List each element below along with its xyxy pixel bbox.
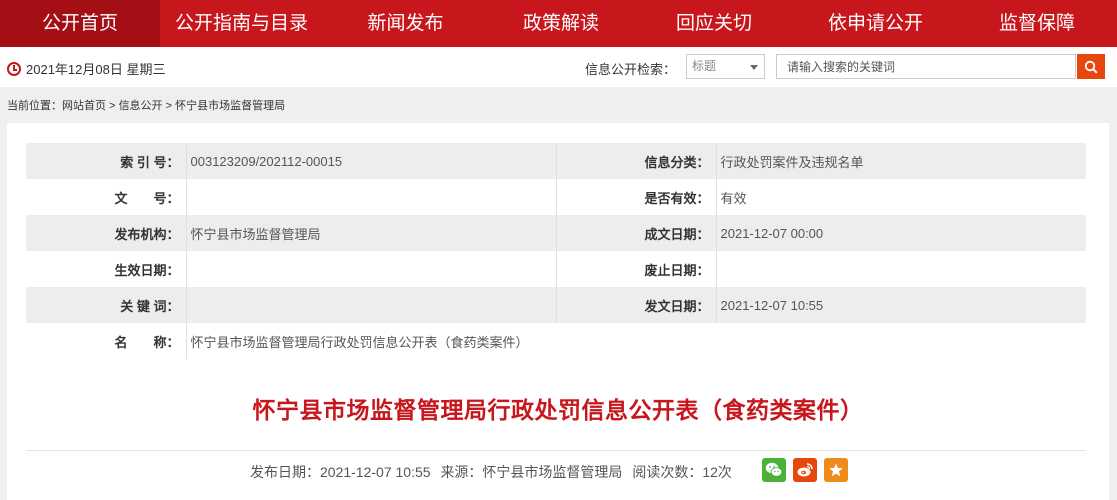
info-bar: 2021年12月08日 星期三 信息公开检索： 标题 [0, 47, 1117, 87]
meta-value-index: 003123209/202112-00015 [185, 143, 557, 179]
meta-value-docno [185, 179, 557, 215]
publish-date: 发布日期：2021-12-07 10:55 [250, 464, 431, 480]
breadcrumb: 当前位置：网站首页 > 信息公开 > 怀宁县市场监督管理局 [7, 97, 285, 113]
meta-label-category: 信息分类： [556, 143, 716, 179]
nav-item-response[interactable]: 回应关切 [634, 0, 794, 47]
meta-label-issued: 发文日期： [556, 287, 716, 323]
article-info: 发布日期：2021-12-07 10:55 来源：怀宁县市场监督管理局 阅读次数… [250, 462, 738, 482]
wechat-icon [765, 462, 783, 477]
meta-value-publisher: 怀宁县市场监督管理局 [185, 215, 557, 251]
view-count: 阅读次数：12次 [632, 464, 732, 480]
date-text: 2021年12月08日 星期三 [26, 62, 166, 77]
share-wechat-button[interactable] [762, 458, 786, 482]
search-icon [1084, 60, 1098, 74]
meta-label-publisher: 发布机构： [26, 215, 186, 251]
star-icon [829, 463, 843, 477]
meta-value-expired [715, 251, 1086, 287]
meta-label-docno: 文 号： [26, 179, 186, 215]
nav-item-home[interactable]: 公开首页 [0, 0, 160, 47]
search-button[interactable] [1077, 54, 1105, 79]
meta-label-valid: 是否有效： [556, 179, 716, 215]
nav-item-policy[interactable]: 政策解读 [488, 0, 634, 47]
search-field-select[interactable]: 标题 [686, 54, 765, 79]
nav-item-news[interactable]: 新闻发布 [323, 0, 488, 47]
meta-label-created: 成文日期： [556, 215, 716, 251]
nav-item-guide[interactable]: 公开指南与目录 [160, 0, 323, 47]
top-nav: 公开首页 公开指南与目录 新闻发布 政策解读 回应关切 依申请公开 监督保障 [0, 0, 1117, 47]
meta-label-expired: 废止日期： [556, 251, 716, 287]
date-display: 2021年12月08日 星期三 [7, 59, 165, 78]
breadcrumb-separator: > [109, 100, 116, 112]
meta-label-keywords: 关 键 词： [26, 287, 186, 323]
meta-value-effective [185, 251, 557, 287]
weibo-icon [797, 463, 813, 477]
chevron-down-icon [750, 65, 758, 70]
favorite-button[interactable] [824, 458, 848, 482]
meta-value-keywords [185, 287, 557, 323]
meta-row: 文 号： 是否有效： 有效 [26, 179, 1086, 215]
meta-row: 生效日期： 废止日期： [26, 251, 1086, 287]
meta-label-effective: 生效日期： [26, 251, 186, 287]
meta-value-category: 行政处罚案件及违规名单 [715, 143, 1086, 179]
search-label: 信息公开检索： [585, 62, 677, 77]
breadcrumb-separator: > [165, 100, 173, 112]
search-field-value: 标题 [692, 59, 717, 73]
clock-icon [7, 61, 21, 76]
meta-value-created: 2021-12-07 00:00 [715, 215, 1086, 251]
breadcrumb-link-home[interactable]: 网站首页 [62, 100, 106, 112]
meta-value-valid: 有效 [715, 179, 1086, 215]
breadcrumb-link-info[interactable]: 信息公开 [119, 100, 163, 112]
search-input[interactable] [776, 54, 1076, 79]
document-meta-table: 索 引 号： 003123209/202112-00015 信息分类： 行政处罚… [26, 143, 1086, 359]
meta-row: 名 称： 怀宁县市场监督管理局行政处罚信息公开表（食药类案件） [26, 323, 1086, 359]
meta-row: 索 引 号： 003123209/202112-00015 信息分类： 行政处罚… [26, 143, 1086, 179]
breadcrumb-link-bureau[interactable]: 怀宁县市场监督管理局 [175, 100, 285, 112]
article-source: 来源：怀宁县市场监督管理局 [440, 464, 623, 480]
meta-row: 发布机构： 怀宁县市场监督管理局 成文日期： 2021-12-07 00:00 [26, 215, 1086, 251]
divider [26, 450, 1086, 451]
content-panel: 索 引 号： 003123209/202112-00015 信息分类： 行政处罚… [7, 123, 1109, 500]
article-title: 怀宁县市场监督管理局行政处罚信息公开表（食药类案件） [252, 397, 864, 423]
share-weibo-button[interactable] [793, 458, 817, 482]
nav-item-apply[interactable]: 依申请公开 [794, 0, 957, 47]
meta-label-name: 名 称： [26, 323, 186, 359]
meta-value-issued: 2021-12-07 10:55 [715, 287, 1086, 323]
meta-row: 关 键 词： 发文日期： 2021-12-07 10:55 [26, 287, 1086, 323]
meta-value-name: 怀宁县市场监督管理局行政处罚信息公开表（食药类案件） [185, 323, 1086, 359]
breadcrumb-prefix: 当前位置： [7, 100, 62, 112]
meta-label-index: 索 引 号： [26, 143, 186, 179]
nav-item-supervision[interactable]: 监督保障 [957, 0, 1117, 47]
